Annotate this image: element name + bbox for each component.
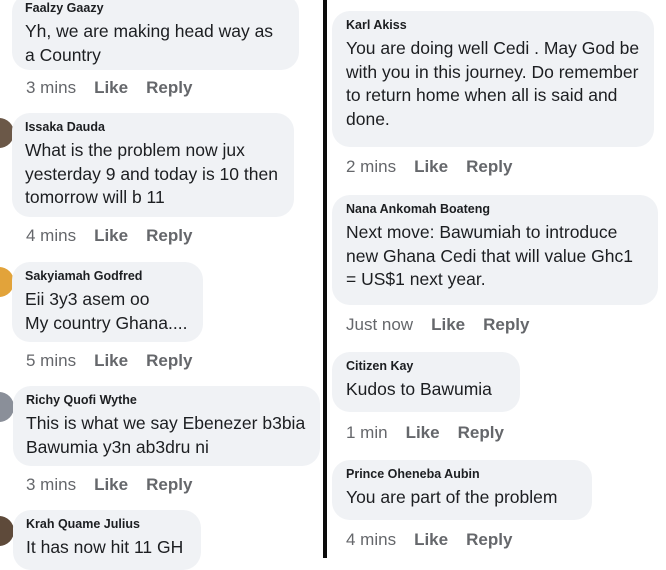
like-button[interactable]: Like	[94, 78, 128, 98]
comment-bubble: Karl Akiss You are doing well Cedi . May…	[332, 11, 654, 147]
comment-actions: Just now Like Reply	[346, 315, 529, 335]
like-button[interactable]: Like	[94, 475, 128, 495]
comment-author[interactable]: Issaka Dauda	[25, 120, 281, 135]
like-button[interactable]: Like	[431, 315, 465, 335]
like-button[interactable]: Like	[406, 423, 440, 443]
reply-button[interactable]: Reply	[483, 315, 529, 335]
comment-bubble: Richy Quofi Wythe This is what we say Eb…	[13, 386, 320, 466]
comment-time[interactable]: 3 mins	[26, 78, 76, 98]
like-button[interactable]: Like	[94, 226, 128, 246]
comment-actions: 5 mins Like Reply	[26, 351, 192, 371]
comment-time[interactable]: 3 mins	[26, 475, 76, 495]
comment-text: It has now hit 11 GH	[26, 537, 184, 557]
comment-actions: 3 mins Like Reply	[26, 475, 192, 495]
comment-text: Next move: Bawumiah to introduce new Gha…	[346, 222, 633, 289]
comments-column-left: Faalzy Gaazy Yh, we are making head way …	[0, 0, 323, 570]
comment-actions: 3 mins Like Reply	[26, 78, 192, 98]
comment-author[interactable]: Faalzy Gaazy	[25, 1, 286, 16]
comment-text: You are doing well Cedi . May God be wit…	[346, 38, 640, 129]
comment-actions: 2 mins Like Reply	[346, 157, 512, 177]
comment-text: What is the problem now jux yesterday 9 …	[25, 140, 278, 207]
comment-text: You are part of the problem	[346, 487, 558, 507]
comment-author[interactable]: Karl Akiss	[346, 18, 641, 33]
comment-time[interactable]: 5 mins	[26, 351, 76, 371]
comment-text: This is what we say Ebenezer b3bia Bawum…	[26, 413, 306, 457]
comment-bubble: Citizen Kay Kudos to Bawumia	[332, 352, 520, 412]
comment-author[interactable]: Citizen Kay	[346, 359, 507, 374]
comment-author[interactable]: Prince Oheneba Aubin	[346, 467, 579, 482]
reply-button[interactable]: Reply	[466, 157, 512, 177]
comment-time[interactable]: 2 mins	[346, 157, 396, 177]
comment-author[interactable]: Nana Ankomah Boateng	[346, 202, 645, 217]
avatar[interactable]	[0, 516, 14, 546]
comment-bubble: Issaka Dauda What is the problem now jux…	[12, 113, 294, 217]
comments-column-right: Karl Akiss You are doing well Cedi . May…	[327, 0, 666, 558]
reply-button[interactable]: Reply	[146, 475, 192, 495]
comment-time[interactable]: 4 mins	[26, 226, 76, 246]
comment-author[interactable]: Krah Quame Julius	[26, 517, 188, 532]
comment-text: Yh, we are making head way as a Country	[25, 21, 274, 65]
reply-button[interactable]: Reply	[146, 351, 192, 371]
comment-bubble: Sakyiamah Godfred Eii 3y3 asem oo My cou…	[12, 262, 203, 342]
reply-button[interactable]: Reply	[146, 226, 192, 246]
comment-time[interactable]: Just now	[346, 315, 413, 335]
comment-bubble: Faalzy Gaazy Yh, we are making head way …	[12, 0, 299, 70]
comment-author[interactable]: Sakyiamah Godfred	[25, 269, 190, 284]
comment-text: Kudos to Bawumia	[346, 379, 492, 399]
comment-author[interactable]: Richy Quofi Wythe	[26, 393, 307, 408]
like-button[interactable]: Like	[94, 351, 128, 371]
comment-actions: 4 mins Like Reply	[26, 226, 192, 246]
reply-button[interactable]: Reply	[458, 423, 504, 443]
like-button[interactable]: Like	[414, 157, 448, 177]
avatar[interactable]	[0, 392, 14, 422]
comment-actions: 4 mins Like Reply	[346, 530, 512, 550]
like-button[interactable]: Like	[414, 530, 448, 550]
comment-text: Eii 3y3 asem oo My country Ghana....	[25, 289, 188, 333]
comment-time[interactable]: 1 min	[346, 423, 388, 443]
reply-button[interactable]: Reply	[466, 530, 512, 550]
comment-time[interactable]: 4 mins	[346, 530, 396, 550]
comment-bubble: Krah Quame Julius It has now hit 11 GH	[13, 510, 201, 570]
comment-bubble: Nana Ankomah Boateng Next move: Bawumiah…	[332, 195, 658, 305]
reply-button[interactable]: Reply	[146, 78, 192, 98]
comment-actions: 1 min Like Reply	[346, 423, 504, 443]
comment-bubble: Prince Oheneba Aubin You are part of the…	[332, 460, 592, 520]
